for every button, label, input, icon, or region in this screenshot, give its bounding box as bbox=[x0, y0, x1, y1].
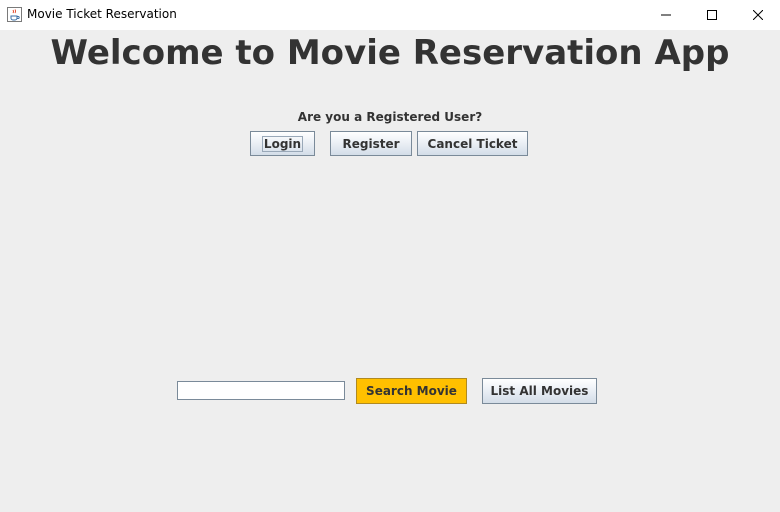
minimize-icon bbox=[661, 14, 671, 16]
search-movie-button[interactable]: Search Movie bbox=[356, 378, 467, 404]
app-window: Movie Ticket Reservation Welcome to Movi… bbox=[0, 0, 780, 512]
maximize-icon bbox=[707, 10, 717, 20]
close-icon bbox=[753, 10, 763, 20]
registered-user-question: Are you a Registered User? bbox=[297, 110, 483, 124]
maximize-button[interactable] bbox=[689, 0, 735, 30]
cancel-ticket-button-label: Cancel Ticket bbox=[427, 136, 518, 151]
list-all-movies-button-label: List All Movies bbox=[490, 384, 589, 398]
list-all-movies-button[interactable]: List All Movies bbox=[482, 378, 597, 404]
login-button-label: Login bbox=[261, 135, 304, 152]
window-title: Movie Ticket Reservation bbox=[27, 7, 177, 21]
login-button[interactable]: Login bbox=[250, 131, 315, 156]
register-button[interactable]: Register bbox=[330, 131, 412, 156]
minimize-button[interactable] bbox=[643, 0, 689, 30]
search-movie-button-label: Search Movie bbox=[366, 384, 457, 398]
close-button[interactable] bbox=[735, 0, 780, 30]
title-bar[interactable]: Movie Ticket Reservation bbox=[0, 0, 780, 30]
cancel-ticket-button[interactable]: Cancel Ticket bbox=[417, 131, 528, 156]
movie-search-input[interactable] bbox=[177, 381, 345, 400]
welcome-heading: Welcome to Movie Reservation App bbox=[50, 33, 730, 73]
java-cup-icon bbox=[7, 7, 22, 22]
register-button-label: Register bbox=[342, 136, 400, 151]
